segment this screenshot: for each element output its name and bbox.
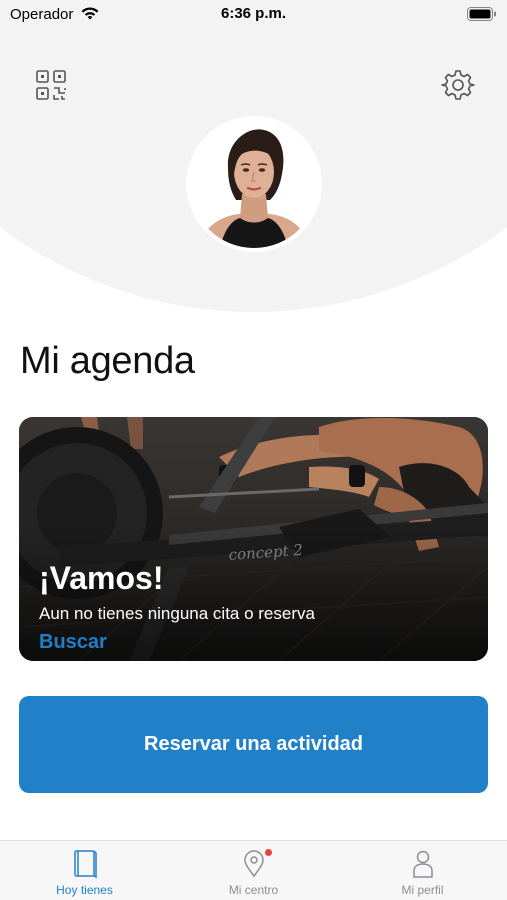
settings-button[interactable]	[441, 68, 475, 102]
profile-photo	[190, 120, 318, 248]
notification-badge	[264, 849, 272, 856]
search-link[interactable]: Buscar	[39, 631, 107, 654]
tab-mi-centro[interactable]: Mi centro	[169, 841, 338, 900]
person-icon	[412, 850, 433, 878]
tab-mi-perfil[interactable]: Mi perfil	[338, 841, 507, 900]
status-time: 6:36 p.m.	[220, 5, 287, 22]
gear-icon	[441, 70, 475, 100]
location-pin-icon	[243, 850, 264, 878]
battery-icon	[467, 7, 497, 25]
tab-label: Hoy tienes	[56, 883, 113, 897]
book-icon	[73, 850, 97, 879]
tab-label: Mi centro	[228, 883, 279, 897]
status-bar: Operador 6:36 p.m.	[0, 0, 507, 30]
rowing-photo: concept 2	[19, 417, 488, 661]
card-message: Aun no tienes ninguna cita o reserva	[39, 604, 315, 623]
agenda-card[interactable]: concept 2 ¡Vamos! Aun no tienes ninguna …	[19, 417, 488, 661]
card-title: ¡Vamos!	[39, 560, 164, 596]
qr-code-button[interactable]	[34, 68, 68, 102]
page-title: Mi agenda	[20, 340, 195, 382]
tab-hoy-tienes[interactable]: Hoy tienes	[0, 841, 169, 900]
home-screen: Operador 6:36 p.m. Mi agenda ¡Vamos! Aun…	[0, 0, 507, 900]
tab-label: Mi perfil	[401, 883, 444, 897]
tab-bar: Hoy tienes Mi centro Mi perfil	[0, 840, 507, 900]
qr-code-icon	[36, 70, 66, 100]
avatar[interactable]	[186, 116, 322, 252]
reserve-activity-button[interactable]: Reservar una actividad	[19, 696, 488, 793]
